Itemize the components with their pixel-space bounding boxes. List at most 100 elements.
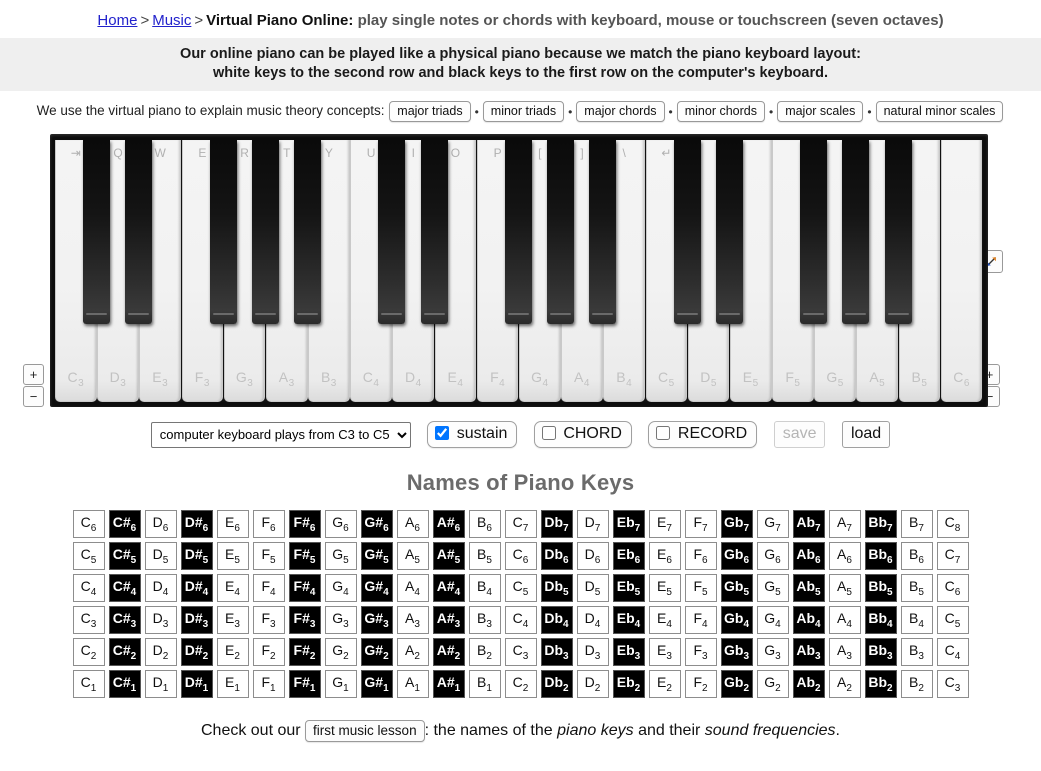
key-name-cell-E3[interactable]: E3 bbox=[216, 606, 249, 634]
key-name-cell-D#1[interactable]: D#1 bbox=[180, 670, 213, 698]
key-name-cell-Db7[interactable]: Db7 bbox=[540, 510, 573, 538]
black-key-18[interactable] bbox=[842, 140, 870, 324]
key-name-cell-E2[interactable]: E2 bbox=[648, 670, 681, 698]
black-key-1[interactable] bbox=[125, 140, 153, 324]
key-name-cell-G3[interactable]: G3 bbox=[756, 638, 789, 666]
left-octave-down-button[interactable]: − bbox=[23, 386, 44, 407]
key-name-cell-G3[interactable]: G3 bbox=[324, 606, 357, 634]
theory-link-major-scales[interactable]: major scales bbox=[777, 101, 864, 122]
key-name-cell-Db6[interactable]: Db6 bbox=[540, 542, 573, 570]
key-name-cell-C6[interactable]: C6 bbox=[504, 542, 537, 570]
key-name-cell-D5[interactable]: D5 bbox=[144, 542, 177, 570]
key-name-cell-A#3[interactable]: A#3 bbox=[432, 606, 465, 634]
keyboard-range-select[interactable]: computer keyboard plays from C3 to C5 bbox=[150, 421, 411, 448]
key-name-cell-Db5[interactable]: Db5 bbox=[540, 574, 573, 602]
key-name-cell-C3[interactable]: C3 bbox=[936, 670, 969, 698]
key-name-cell-A#5[interactable]: A#5 bbox=[432, 542, 465, 570]
key-name-cell-A#1[interactable]: A#1 bbox=[432, 670, 465, 698]
key-name-cell-E2[interactable]: E2 bbox=[216, 638, 249, 666]
key-name-cell-C#3[interactable]: C#3 bbox=[108, 606, 141, 634]
key-name-cell-B2[interactable]: B2 bbox=[900, 670, 933, 698]
key-name-cell-Eb2[interactable]: Eb2 bbox=[612, 670, 645, 698]
black-key-15[interactable] bbox=[715, 140, 743, 324]
black-key-0[interactable] bbox=[83, 140, 111, 324]
key-name-cell-C#4[interactable]: C#4 bbox=[108, 574, 141, 602]
black-key-14[interactable] bbox=[673, 140, 701, 324]
key-name-cell-A1[interactable]: A1 bbox=[396, 670, 429, 698]
key-name-cell-C6[interactable]: C6 bbox=[936, 574, 969, 602]
key-name-cell-F3[interactable]: F3 bbox=[252, 606, 285, 634]
key-name-cell-B7[interactable]: B7 bbox=[900, 510, 933, 538]
key-name-cell-F3[interactable]: F3 bbox=[684, 638, 717, 666]
key-name-cell-A2[interactable]: A2 bbox=[828, 670, 861, 698]
key-name-cell-A5[interactable]: A5 bbox=[396, 542, 429, 570]
theory-link-minor-triads[interactable]: minor triads bbox=[482, 101, 565, 122]
key-name-cell-E5[interactable]: E5 bbox=[216, 542, 249, 570]
key-name-cell-G#3[interactable]: G#3 bbox=[360, 606, 393, 634]
key-name-cell-Gb7[interactable]: Gb7 bbox=[720, 510, 753, 538]
key-name-cell-G6[interactable]: G6 bbox=[324, 510, 357, 538]
white-key-C6[interactable]: C6 bbox=[940, 140, 983, 402]
key-name-cell-C#2[interactable]: C#2 bbox=[108, 638, 141, 666]
key-name-cell-A#4[interactable]: A#4 bbox=[432, 574, 465, 602]
key-name-cell-D2[interactable]: D2 bbox=[576, 670, 609, 698]
key-name-cell-A6[interactable]: A6 bbox=[828, 542, 861, 570]
key-name-cell-C3[interactable]: C3 bbox=[72, 606, 105, 634]
key-name-cell-A3[interactable]: A3 bbox=[828, 638, 861, 666]
key-name-cell-D4[interactable]: D4 bbox=[576, 606, 609, 634]
key-name-cell-Db3[interactable]: Db3 bbox=[540, 638, 573, 666]
key-name-cell-C2[interactable]: C2 bbox=[72, 638, 105, 666]
key-name-cell-Bb5[interactable]: Bb5 bbox=[864, 574, 897, 602]
theory-link-major-triads[interactable]: major triads bbox=[389, 101, 471, 122]
key-name-cell-F2[interactable]: F2 bbox=[684, 670, 717, 698]
key-name-cell-D#4[interactable]: D#4 bbox=[180, 574, 213, 602]
key-name-cell-B6[interactable]: B6 bbox=[900, 542, 933, 570]
key-name-cell-D#6[interactable]: D#6 bbox=[180, 510, 213, 538]
key-name-cell-B2[interactable]: B2 bbox=[468, 638, 501, 666]
key-name-cell-D1[interactable]: D1 bbox=[144, 670, 177, 698]
black-key-17[interactable] bbox=[800, 140, 828, 324]
key-name-cell-F#5[interactable]: F#5 bbox=[288, 542, 321, 570]
key-name-cell-Eb4[interactable]: Eb4 bbox=[612, 606, 645, 634]
key-name-cell-F5[interactable]: F5 bbox=[252, 542, 285, 570]
key-name-cell-F#1[interactable]: F#1 bbox=[288, 670, 321, 698]
key-name-cell-C5[interactable]: C5 bbox=[936, 606, 969, 634]
black-key-19[interactable] bbox=[884, 140, 912, 324]
key-name-cell-D5[interactable]: D5 bbox=[576, 574, 609, 602]
key-name-cell-C3[interactable]: C3 bbox=[504, 638, 537, 666]
key-name-cell-Bb3[interactable]: Bb3 bbox=[864, 638, 897, 666]
key-name-cell-D3[interactable]: D3 bbox=[144, 606, 177, 634]
key-name-cell-F2[interactable]: F2 bbox=[252, 638, 285, 666]
key-name-cell-D#2[interactable]: D#2 bbox=[180, 638, 213, 666]
key-name-cell-G#5[interactable]: G#5 bbox=[360, 542, 393, 570]
key-name-cell-G7[interactable]: G7 bbox=[756, 510, 789, 538]
key-name-cell-A7[interactable]: A7 bbox=[828, 510, 861, 538]
key-name-cell-Gb3[interactable]: Gb3 bbox=[720, 638, 753, 666]
black-key-10[interactable] bbox=[505, 140, 532, 324]
key-name-cell-Bb4[interactable]: Bb4 bbox=[864, 606, 897, 634]
key-name-cell-Ab2[interactable]: Ab2 bbox=[792, 670, 825, 698]
key-name-cell-F5[interactable]: F5 bbox=[684, 574, 717, 602]
key-name-cell-Ab5[interactable]: Ab5 bbox=[792, 574, 825, 602]
theory-link-natural-minor-scales[interactable]: natural minor scales bbox=[875, 101, 1004, 122]
key-name-cell-Ab7[interactable]: Ab7 bbox=[792, 510, 825, 538]
black-key-12[interactable] bbox=[589, 140, 617, 324]
key-name-cell-C5[interactable]: C5 bbox=[504, 574, 537, 602]
key-name-cell-A3[interactable]: A3 bbox=[396, 606, 429, 634]
key-name-cell-F#3[interactable]: F#3 bbox=[288, 606, 321, 634]
key-name-cell-B3[interactable]: B3 bbox=[468, 606, 501, 634]
key-name-cell-Eb6[interactable]: Eb6 bbox=[612, 542, 645, 570]
key-name-cell-G2[interactable]: G2 bbox=[756, 670, 789, 698]
chord-toggle[interactable]: CHORD bbox=[533, 421, 632, 448]
key-name-cell-Db2[interactable]: Db2 bbox=[540, 670, 573, 698]
key-name-cell-Gb4[interactable]: Gb4 bbox=[720, 606, 753, 634]
key-name-cell-C8[interactable]: C8 bbox=[936, 510, 969, 538]
sustain-toggle[interactable]: sustain bbox=[427, 421, 518, 448]
key-name-cell-E5[interactable]: E5 bbox=[648, 574, 681, 602]
key-name-cell-B1[interactable]: B1 bbox=[468, 670, 501, 698]
key-name-cell-Ab6[interactable]: Ab6 bbox=[792, 542, 825, 570]
key-name-cell-C#6[interactable]: C#6 bbox=[108, 510, 141, 538]
key-name-cell-C#1[interactable]: C#1 bbox=[108, 670, 141, 698]
black-key-3[interactable] bbox=[209, 140, 237, 324]
key-name-cell-G2[interactable]: G2 bbox=[324, 638, 357, 666]
